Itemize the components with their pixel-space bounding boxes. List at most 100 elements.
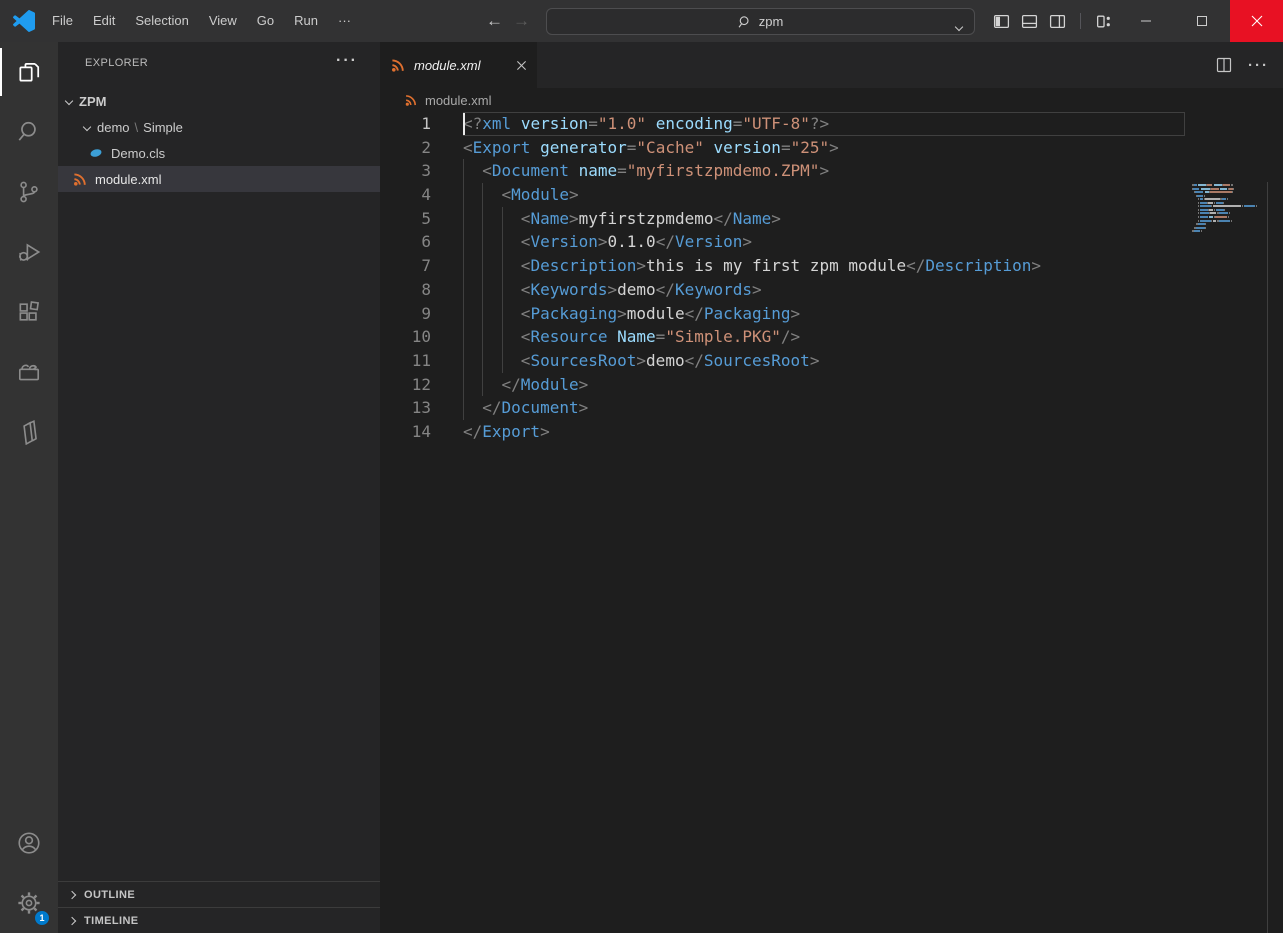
- toggle-secondary-sidebar-icon[interactable]: [1049, 13, 1066, 30]
- code-line-3[interactable]: 3<Document name="myfirstzpmdemo.ZPM">: [380, 159, 1185, 183]
- chevron-right-icon: [68, 916, 76, 924]
- section-label: OUTLINE: [84, 889, 135, 901]
- command-center[interactable]: zpm: [546, 8, 975, 35]
- tree-item-demo-simple-folder[interactable]: demo\Simple: [58, 114, 380, 140]
- code-line-10[interactable]: 10<Resource Name="Simple.PKG"/>: [380, 325, 1185, 349]
- toggle-sidebar-icon[interactable]: [993, 13, 1010, 30]
- activity-objectscript-button[interactable]: [0, 402, 58, 462]
- tree-item-label: ZPM: [79, 94, 106, 109]
- split-editor-icon[interactable]: [1216, 57, 1232, 73]
- line-number: 4: [380, 183, 463, 207]
- indent-guide: [463, 349, 482, 373]
- indent-guide: [463, 278, 482, 302]
- line-number: 11: [380, 349, 463, 373]
- activity-extensions-button[interactable]: [0, 282, 58, 342]
- indent-guide: [482, 207, 501, 231]
- maximize-button[interactable]: [1174, 0, 1230, 42]
- vscode-logo-icon: [13, 10, 35, 32]
- explorer-more-actions[interactable]: ···: [336, 52, 358, 70]
- tree-item-demo-cls[interactable]: Demo.cls: [58, 140, 380, 166]
- chevron-down-icon[interactable]: [956, 18, 962, 33]
- code-line-content: <SourcesRoot>demo</SourcesRoot>: [463, 349, 1185, 373]
- settings-button[interactable]: 1: [0, 873, 58, 933]
- outline-section[interactable]: OUTLINE: [58, 881, 380, 907]
- close-button[interactable]: [1230, 0, 1283, 42]
- timeline-section[interactable]: TIMELINE: [58, 907, 380, 933]
- indent-guide: [482, 278, 501, 302]
- code-line-content: <Version>0.1.0</Version>: [463, 230, 1185, 254]
- tree-item-zpm-root[interactable]: ZPM: [58, 88, 380, 114]
- back-arrow-icon[interactable]: ←: [486, 11, 503, 31]
- indent-guide: [463, 325, 482, 349]
- menu-view[interactable]: View: [199, 7, 247, 35]
- code-line-14[interactable]: 14</Export>: [380, 420, 1185, 444]
- code-region: 1<?xml version="1.0" encoding="UTF-8"?>2…: [380, 112, 1283, 933]
- toolbox-icon: [16, 359, 42, 385]
- account-icon: [16, 830, 42, 856]
- menu-more[interactable]: ···: [328, 7, 361, 35]
- activity-search-button[interactable]: [0, 102, 58, 162]
- code-line-8[interactable]: 8<Keywords>demo</Keywords>: [380, 278, 1185, 302]
- code-line-13[interactable]: 13</Document>: [380, 396, 1185, 420]
- customize-layout-icon[interactable]: [1095, 13, 1112, 30]
- tab-module-xml[interactable]: module.xml: [380, 42, 537, 88]
- nav-arrows: ← →: [486, 0, 530, 42]
- layout-controls: [993, 0, 1112, 42]
- indent-guide: [482, 230, 501, 254]
- accounts-button[interactable]: [0, 813, 58, 873]
- menu-file[interactable]: File: [42, 7, 83, 35]
- activity-intersystems-tools-button[interactable]: [0, 342, 58, 402]
- code-line-content: </Module>: [463, 373, 1185, 397]
- activity-run-debug-button[interactable]: [0, 222, 58, 282]
- tree-item-module-xml[interactable]: module.xml: [58, 166, 380, 192]
- search-icon: [738, 15, 752, 29]
- menu-edit[interactable]: Edit: [83, 7, 125, 35]
- code-line-11[interactable]: 11<SourcesRoot>demo</SourcesRoot>: [380, 349, 1185, 373]
- title-bar: FileEditSelectionViewGoRun··· ← → zpm: [0, 0, 1283, 42]
- vscode-window: FileEditSelectionViewGoRun··· ← → zpm: [0, 0, 1283, 933]
- indent-guide: [502, 230, 521, 254]
- file-label: Demo.cls: [111, 146, 165, 161]
- activity-bar-bottom: 1: [0, 813, 58, 933]
- code-line-2[interactable]: 2<Export generator="Cache" version="25">: [380, 136, 1185, 160]
- indent-guide: [482, 254, 501, 278]
- menu-bar: FileEditSelectionViewGoRun···: [42, 0, 361, 42]
- activity-source-control-button[interactable]: [0, 162, 58, 222]
- activity-explorer-button[interactable]: [0, 42, 58, 102]
- menu-go[interactable]: Go: [247, 7, 284, 35]
- class-file-icon: [88, 145, 104, 161]
- indent-guide: [502, 325, 521, 349]
- minimap[interactable]: [1188, 182, 1260, 246]
- objectscript-icon: [16, 419, 42, 445]
- indent-guide: [482, 302, 501, 326]
- indent-guide: [463, 230, 482, 254]
- line-number: 9: [380, 302, 463, 326]
- close-tab-icon[interactable]: [516, 60, 527, 71]
- minimize-button[interactable]: [1118, 0, 1174, 42]
- code-line-1[interactable]: 1<?xml version="1.0" encoding="UTF-8"?>: [380, 112, 1185, 136]
- toggle-panel-icon[interactable]: [1021, 13, 1038, 30]
- folder-name: demo: [97, 120, 130, 135]
- more-actions-icon[interactable]: ···: [1248, 57, 1269, 74]
- code-line-content: <Description>this is my first zpm module…: [463, 254, 1185, 278]
- code-line-content: <?xml version="1.0" encoding="UTF-8"?>: [463, 112, 1185, 136]
- editor-group: module.xml ···: [380, 42, 1283, 933]
- code-line-9[interactable]: 9<Packaging>module</Packaging>: [380, 302, 1185, 326]
- menu-run[interactable]: Run: [284, 7, 328, 35]
- breadcrumb[interactable]: module.xml: [380, 88, 1283, 112]
- code-line-content: <Keywords>demo</Keywords>: [463, 278, 1185, 302]
- indent-guide: [463, 159, 482, 183]
- code-line-12[interactable]: 12</Module>: [380, 373, 1185, 397]
- xml-file-icon: [72, 171, 88, 187]
- code-line-4[interactable]: 4<Module>: [380, 183, 1185, 207]
- line-number: 12: [380, 373, 463, 397]
- code-lines[interactable]: 1<?xml version="1.0" encoding="UTF-8"?>2…: [380, 112, 1185, 444]
- chevron-right-icon: [68, 890, 76, 898]
- chevron-down-icon: [65, 97, 73, 105]
- code-line-5[interactable]: 5<Name>myfirstzpmdemo</Name>: [380, 207, 1185, 231]
- menu-selection[interactable]: Selection: [125, 7, 198, 35]
- code-line-content: <Packaging>module</Packaging>: [463, 302, 1185, 326]
- path-separator: \: [130, 120, 144, 135]
- code-line-7[interactable]: 7<Description>this is my first zpm modul…: [380, 254, 1185, 278]
- code-line-6[interactable]: 6<Version>0.1.0</Version>: [380, 230, 1185, 254]
